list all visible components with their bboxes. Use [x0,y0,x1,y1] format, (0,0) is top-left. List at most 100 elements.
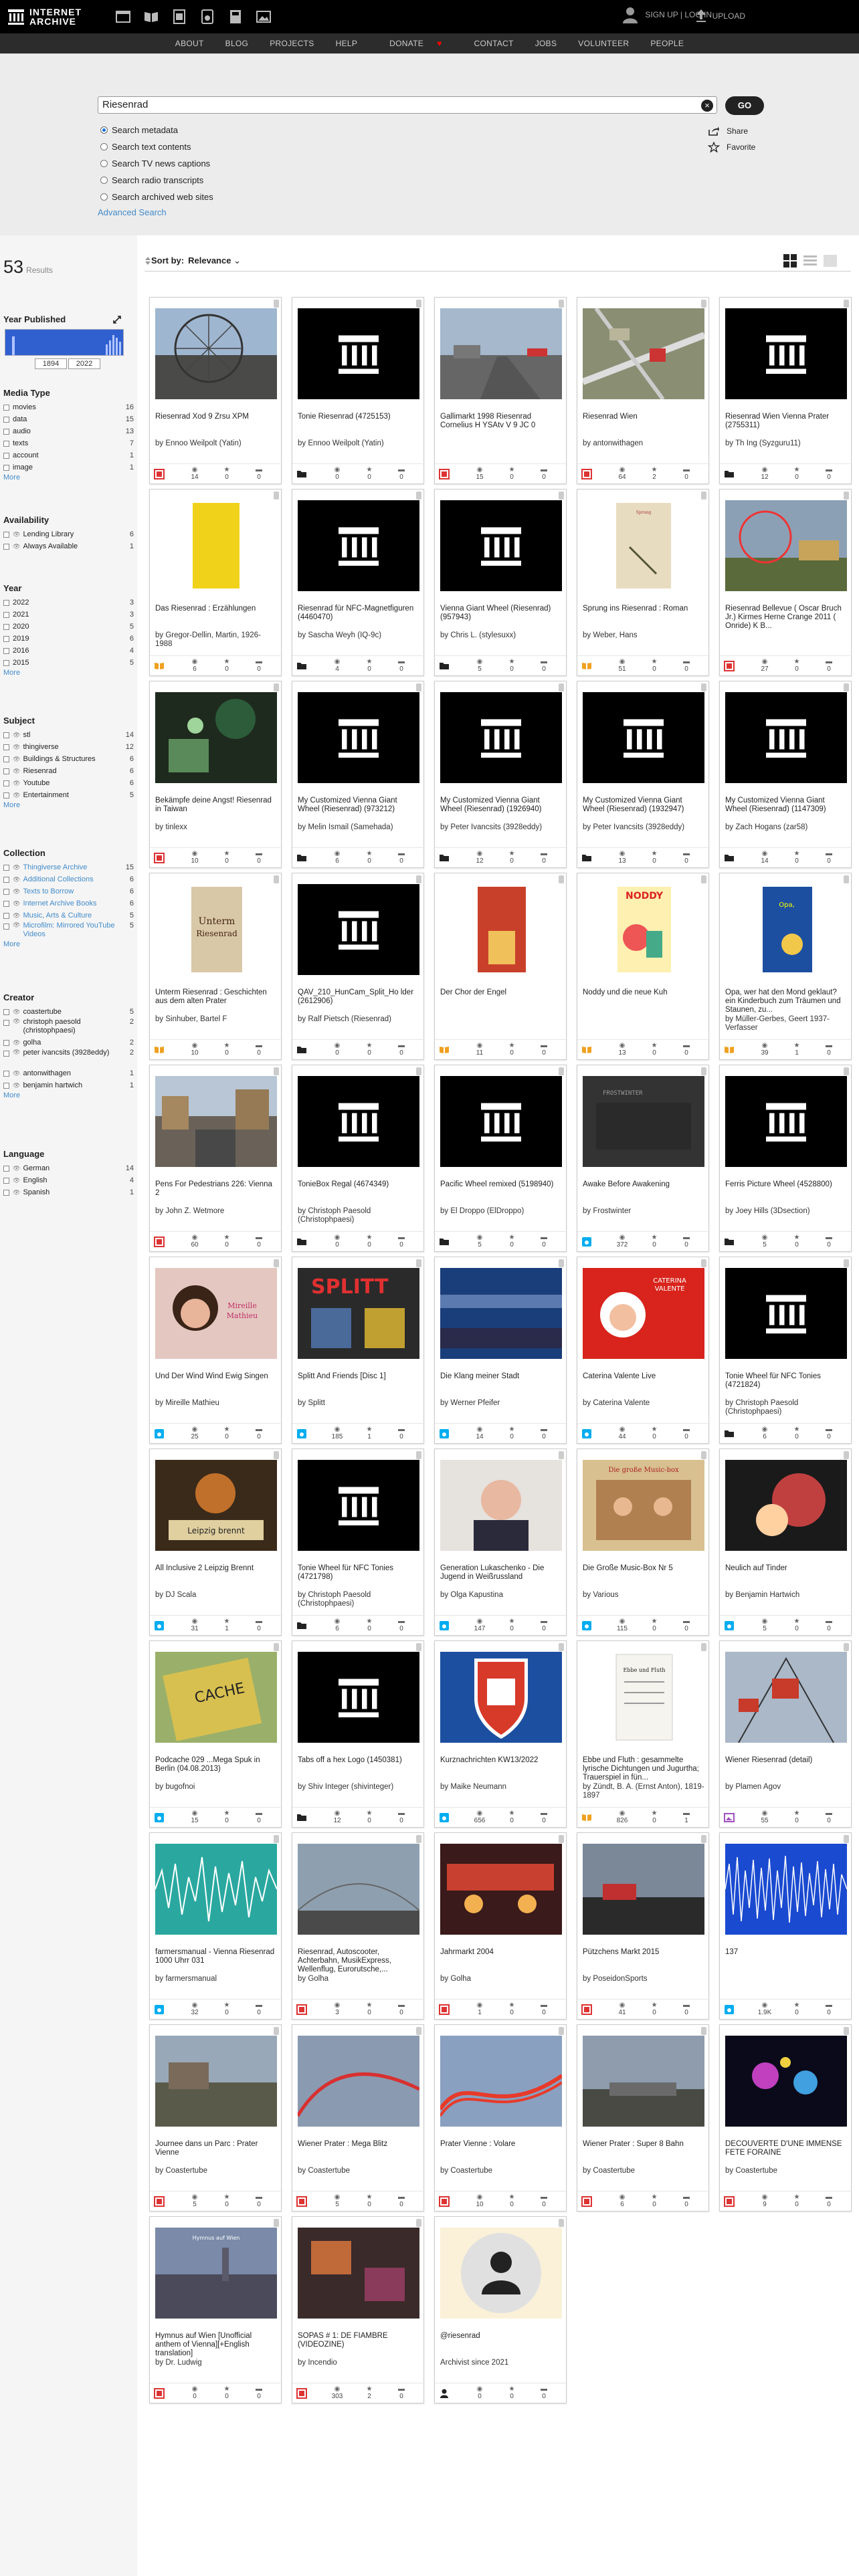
tile-thumbnail[interactable] [725,1844,847,1935]
facet-option[interactable]: 👁 Always Available 1 [3,540,134,552]
facet-option[interactable]: 👁 Additional Collections 6 [3,873,134,885]
checkbox[interactable] [3,924,9,930]
facet-option[interactable]: 👁 golha 2 [3,1037,134,1049]
result-tile[interactable]: QAV_210_HunCam_Split_Ho lder (2612906) by… [292,873,425,1060]
eye-icon[interactable]: 👁 [13,1070,20,1077]
checkbox[interactable] [3,744,9,750]
tile-title[interactable]: Gallimarkt 1998 Riesenrad Cornelius H YS… [440,413,562,439]
tile-title[interactable]: Riesenrad Bellevue ( Oscar Bruch Jr.) Ki… [725,605,847,631]
tile-thumbnail[interactable] [155,500,277,591]
tile-thumbnail[interactable] [298,2036,419,2127]
eye-icon[interactable]: 👁 [13,531,20,538]
tile-thumbnail[interactable] [725,308,847,399]
tile-thumbnail[interactable] [725,1268,847,1359]
tile-thumbnail[interactable]: Opa, [725,884,847,975]
tile-thumbnail[interactable] [725,1652,847,1743]
tile-title[interactable]: Ferris Picture Wheel (4528800) [725,1180,847,1207]
checkbox[interactable] [3,599,9,606]
result-tile[interactable]: Ebbe und Fluth Ebbe und Fluth : gesammelt… [577,1640,710,1828]
result-tile[interactable]: TonieBox Regal (4674349) by Christoph Pae… [292,1065,425,1252]
favorite-button[interactable]: Favorite [708,142,755,152]
eye-icon[interactable]: 👁 [13,864,20,871]
facet-more-link[interactable]: More [3,473,134,484]
checkbox[interactable] [3,659,9,666]
checkbox[interactable] [3,452,9,459]
eye-icon[interactable]: 👁 [13,1018,20,1025]
tile-title[interactable]: Riesenrad, Autoscooter, Achterbahn, Musi… [298,1948,419,1975]
result-tile[interactable]: Wiener Prater : Mega Blitz by Coastertube… [292,2024,425,2212]
tile-title[interactable]: Wiener Prater : Super 8 Bahn [583,2140,704,2167]
tile-title[interactable]: Die Große Music-Box Nr 5 [583,1564,704,1591]
checkbox[interactable] [3,732,9,738]
result-tile[interactable]: Kurznachrichten KW13/2022 by Maike Neuman… [434,1640,567,1828]
facet-option[interactable]: 👁 Entertainment 5 [3,789,134,801]
tile-title[interactable]: Das Riesenrad : Erzählungen [155,605,277,631]
tile-thumbnail[interactable] [155,1076,277,1167]
facet-option[interactable]: 👁 Music, Arts & Culture 5 [3,909,134,922]
tile-title[interactable]: Ebbe und Fluth : gesammelte lyrische Dic… [583,1756,704,1783]
tile-thumbnail[interactable] [155,308,277,399]
eye-icon[interactable]: 👁 [13,1008,20,1016]
go-button[interactable]: GO [725,96,764,115]
checkbox[interactable] [3,1165,9,1172]
checkbox[interactable] [3,1177,9,1184]
images-icon[interactable] [254,7,273,26]
facet-option[interactable]: 👁 Riesenrad 6 [3,765,134,777]
tile-title[interactable]: Wiener Prater : Mega Blitz [298,2140,419,2167]
facet-option[interactable]: 👁 coastertube 5 [3,1006,134,1018]
radio[interactable] [100,143,108,150]
result-tile[interactable]: My Customized Vienna Giant Wheel (Riesen… [719,681,852,868]
search-input[interactable]: Riesenrad [98,96,717,114]
facet-option[interactable]: 👁 Microfilm: Mirrored YouTube Videos 5 [3,922,134,940]
eye-icon[interactable]: 👁 [13,780,20,787]
checkbox[interactable] [3,1070,9,1077]
tile-thumbnail[interactable]: Leipzig brennt [155,1460,277,1551]
tile-title[interactable]: Pacific Wheel remixed (5198940) [440,1180,562,1207]
nav-donate[interactable]: DONATE ♥ [379,39,452,48]
tile-thumbnail[interactable] [725,2036,847,2127]
year-histogram[interactable] [5,329,124,356]
tile-title[interactable]: Journee dans un Parc : Prater Vienne [155,2140,277,2167]
search-option-radio[interactable]: Search radio transcripts [100,172,213,189]
video-icon[interactable] [170,7,189,26]
result-tile[interactable]: Ferris Picture Wheel (4528800) by Joey Hi… [719,1065,852,1252]
tile-title[interactable]: Unterm Riesenrad : Geschichten aus dem a… [155,988,277,1015]
tile-title[interactable]: Generation Lukaschenko - Die Jugend in W… [440,1564,562,1591]
tile-thumbnail[interactable] [155,1844,277,1935]
eye-icon[interactable]: 👁 [13,912,20,920]
tile-thumbnail[interactable] [440,1076,562,1167]
facet-option[interactable]: account 1 [3,449,134,461]
result-tile[interactable]: Tabs off a hex Logo (1450381) by Shiv Int… [292,1640,425,1828]
tile-title[interactable]: My Customized Vienna Giant Wheel (Riesen… [583,796,704,823]
tile-thumbnail[interactable] [298,1844,419,1935]
eye-icon[interactable]: 👁 [13,922,20,929]
result-tile[interactable]: farmersmanual - Vienna Riesenrad 1000 Uh… [149,1832,282,2020]
result-tile[interactable]: Opa, Opa, wer hat den Mond geklaut? ein K… [719,873,852,1060]
tile-thumbnail[interactable] [440,500,562,591]
tile-thumbnail[interactable] [583,2036,704,2127]
facet-option[interactable]: audio 13 [3,425,134,437]
tile-thumbnail[interactable] [583,1844,704,1935]
checkbox[interactable] [3,864,9,871]
result-tile[interactable]: 137 ◉ 1.9K ★ 0 ▬ 0 [719,1832,852,2020]
tile-thumbnail[interactable]: Unterm Riesenrad [155,884,277,975]
advanced-search-link[interactable]: Advanced Search [98,207,167,217]
facet-option[interactable]: 👁 benjamin hartwich 1 [3,1079,134,1091]
checkbox[interactable] [3,768,9,774]
tile-title[interactable]: Pützchens Markt 2015 [583,1948,704,1975]
result-tile[interactable]: Riesenrad, Autoscooter, Achterbahn, Musi… [292,1832,425,2020]
tile-title[interactable]: Riesenrad Xod 9 Zrsu XPM [155,413,277,439]
tile-thumbnail[interactable] [440,1460,562,1551]
tile-thumbnail[interactable] [298,1076,419,1167]
nav-people[interactable]: PEOPLE [650,39,684,48]
result-tile[interactable]: Sprung Sprung ins Riesenrad : Roman by Web… [577,489,710,676]
facet-option[interactable]: 👁 thingiverse 12 [3,741,134,753]
checkbox[interactable] [3,1051,9,1057]
tile-title[interactable]: SOPAS # 1: DE FIAMBRE (VIDEOZINE) [298,2332,419,2359]
nav-jobs[interactable]: JOBS [535,39,557,48]
search-option-web[interactable]: Search archived web sites [100,189,213,205]
result-tile[interactable]: CACHE Podcache 029 ...Mega Spuk in Berlin… [149,1640,282,1828]
tile-title[interactable]: Und Der Wind Wind Ewig Singen [155,1372,277,1399]
facet-option[interactable]: 👁 Youtube 6 [3,777,134,789]
facet-option[interactable]: 👁 peter ivancsits (3928eddy) 2 [3,1049,134,1067]
